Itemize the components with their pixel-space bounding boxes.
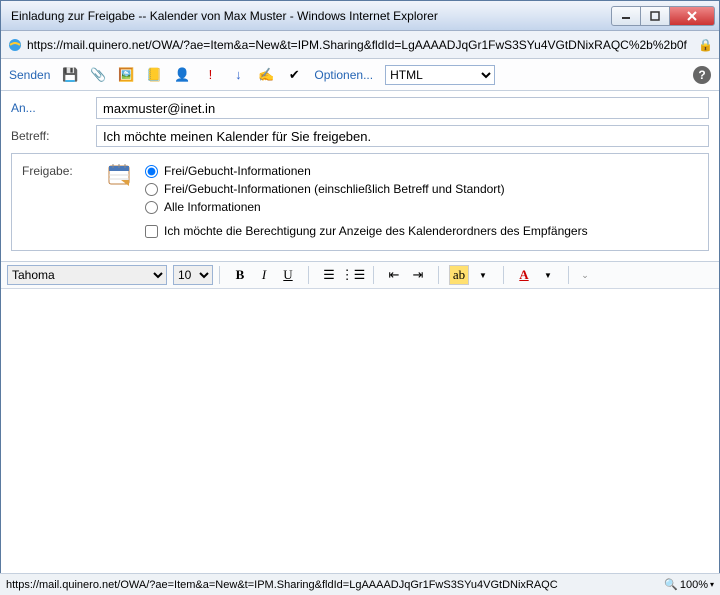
help-icon[interactable]: ?: [693, 66, 711, 84]
message-body[interactable]: [1, 289, 719, 519]
separator: [503, 266, 504, 284]
outdent-button[interactable]: ⇤: [384, 265, 404, 285]
share-options: Frei/Gebucht-Informationen Frei/Gebucht-…: [145, 164, 698, 238]
share-opt-all[interactable]: Alle Informationen: [145, 200, 698, 214]
radio-freebusy[interactable]: [145, 165, 158, 178]
italic-button[interactable]: I: [254, 265, 274, 285]
magnifier-icon: 🔍: [664, 578, 678, 591]
font-size-select[interactable]: 10: [173, 265, 213, 285]
minimize-button[interactable]: [611, 6, 641, 26]
share-opt-freebusy-detail[interactable]: Frei/Gebucht-Informationen (einschließli…: [145, 182, 698, 196]
to-row: An...: [11, 97, 709, 119]
insert-picture-icon[interactable]: 🖼️: [118, 67, 134, 83]
importance-high-icon[interactable]: !: [202, 67, 218, 83]
underline-button[interactable]: U: [278, 265, 298, 285]
options-button[interactable]: Optionen...: [314, 68, 373, 82]
maximize-button[interactable]: [640, 6, 670, 26]
editor-toolbar: Tahoma 10 B I U ☰ ⋮☰ ⇤ ⇥ ab ▼ A ▼ ⌄: [1, 261, 719, 289]
to-label[interactable]: An...: [11, 101, 86, 115]
request-permission-checkbox-row[interactable]: Ich möchte die Berechtigung zur Anzeige …: [145, 224, 698, 238]
close-button[interactable]: [669, 6, 715, 26]
separator: [568, 266, 569, 284]
radio-all[interactable]: [145, 201, 158, 214]
separator: [373, 266, 374, 284]
to-input[interactable]: [96, 97, 709, 119]
check-names-icon[interactable]: 👤: [174, 67, 190, 83]
indent-button[interactable]: ⇥: [408, 265, 428, 285]
spellcheck-icon[interactable]: ✔: [286, 67, 302, 83]
ie-icon: [7, 37, 23, 53]
highlight-button[interactable]: ab: [449, 265, 469, 285]
status-url: https://mail.quinero.net/OWA/?ae=Item&a=…: [6, 579, 658, 591]
window-titlebar: Einladung zur Freigabe -- Kalender von M…: [1, 1, 719, 31]
signature-icon[interactable]: ✍️: [258, 67, 274, 83]
zoom-control[interactable]: 🔍 100% ▾: [664, 578, 714, 591]
window-controls: [612, 6, 715, 26]
share-label: Freigabe:: [22, 164, 97, 238]
save-icon[interactable]: 💾: [62, 67, 78, 83]
attach-icon[interactable]: 📎: [90, 67, 106, 83]
expand-toolbar-button[interactable]: ⌄: [575, 265, 595, 285]
separator: [438, 266, 439, 284]
url-text[interactable]: https://mail.quinero.net/OWA/?ae=Item&a=…: [27, 38, 694, 52]
subject-label: Betreff:: [11, 129, 86, 143]
lock-icon: 🔒: [698, 38, 713, 52]
font-name-select[interactable]: Tahoma: [7, 265, 167, 285]
share-opt-freebusy[interactable]: Frei/Gebucht-Informationen: [145, 164, 698, 178]
subject-input[interactable]: [96, 125, 709, 147]
zoom-value: 100%: [680, 579, 708, 591]
bold-button[interactable]: B: [230, 265, 250, 285]
separator: [308, 266, 309, 284]
subject-row: Betreff:: [11, 125, 709, 147]
share-box: Freigabe: Frei/Gebucht-Informationen Fre…: [11, 153, 709, 251]
highlight-dropdown[interactable]: ▼: [473, 265, 493, 285]
window-title: Einladung zur Freigabe -- Kalender von M…: [5, 9, 612, 23]
separator: [219, 266, 220, 284]
zoom-dropdown-icon[interactable]: ▾: [710, 580, 714, 589]
numbered-list-button[interactable]: ☰: [319, 265, 339, 285]
main-toolbar: Senden 💾 📎 🖼️ 📒 👤 ! ↓ ✍️ ✔ Optionen... H…: [1, 59, 719, 91]
font-color-dropdown[interactable]: ▼: [538, 265, 558, 285]
request-permission-checkbox[interactable]: [145, 225, 158, 238]
bulleted-list-button[interactable]: ⋮☰: [343, 265, 363, 285]
address-book-icon[interactable]: 📒: [146, 67, 162, 83]
status-bar: https://mail.quinero.net/OWA/?ae=Item&a=…: [0, 573, 720, 595]
address-bar: https://mail.quinero.net/OWA/?ae=Item&a=…: [1, 31, 719, 59]
calendar-share-icon: [107, 164, 135, 188]
radio-freebusy-detail[interactable]: [145, 183, 158, 196]
font-color-button[interactable]: A: [514, 265, 534, 285]
send-button[interactable]: Senden: [9, 68, 50, 82]
header-fields: An... Betreff: Freigabe: Frei/Gebucht-In…: [1, 91, 719, 261]
importance-low-icon[interactable]: ↓: [230, 67, 246, 83]
format-select[interactable]: HTML: [385, 65, 495, 85]
